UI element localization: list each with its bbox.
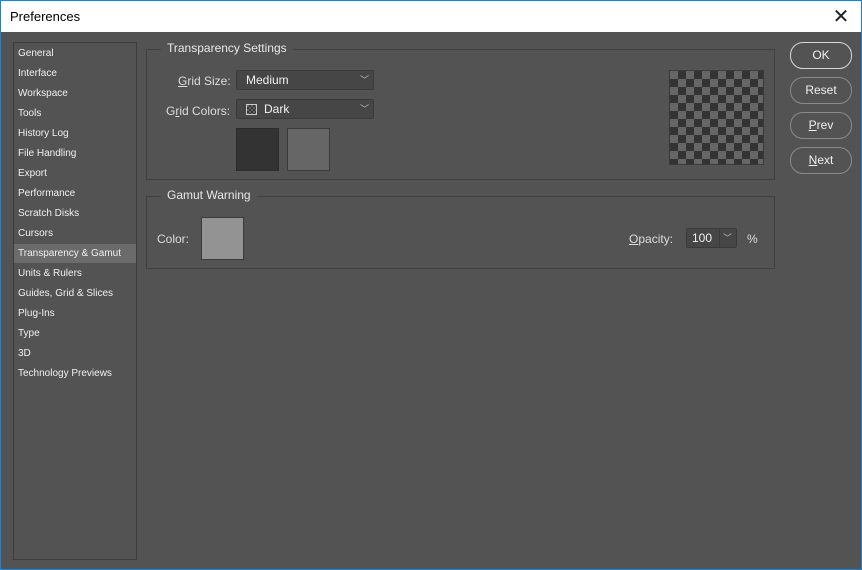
next-button[interactable]: Next	[790, 147, 852, 174]
gamut-color-label: Color:	[157, 232, 190, 246]
sidebar-item[interactable]: Type	[14, 324, 136, 343]
opacity-value: 100	[692, 231, 713, 245]
sidebar-item[interactable]: Units & Rulers	[14, 264, 136, 283]
sidebar: General Interface Workspace Tools History Lo…	[13, 42, 137, 560]
gamut-warning-legend: Gamut Warning	[161, 188, 257, 202]
grid-size-value: Medium	[246, 73, 289, 87]
sidebar-item[interactable]: Scratch Disks	[14, 204, 136, 223]
transparency-settings-legend: Transparency Settings	[161, 41, 293, 55]
opacity-label: Opacity:	[629, 232, 674, 246]
close-icon[interactable]: ✕	[829, 4, 853, 29]
checker-swatch-icon	[246, 104, 257, 115]
chevron-down-icon: ﹀	[359, 75, 369, 85]
chevron-down-icon[interactable]: ﹀	[723, 229, 732, 247]
grid-color-1-swatch[interactable]	[236, 128, 279, 171]
chevron-down-icon: ﹀	[359, 104, 369, 114]
grid-color-2-swatch[interactable]	[287, 128, 330, 171]
grid-colors-select[interactable]: Dark ﹀	[236, 99, 374, 119]
sidebar-item[interactable]: Plug-Ins	[14, 304, 136, 323]
prev-button[interactable]: Prev	[790, 112, 852, 139]
sidebar-item[interactable]: Technology Previews	[14, 364, 136, 383]
grid-size-label: Grid Size:	[178, 74, 231, 88]
sidebar-item[interactable]: General	[14, 44, 136, 63]
sidebar-item[interactable]: Export	[14, 164, 136, 183]
opacity-input[interactable]: 100 ﹀	[686, 228, 737, 248]
sidebar-item[interactable]: Performance	[14, 184, 136, 203]
sidebar-item[interactable]: 3D	[14, 344, 136, 363]
sidebar-item[interactable]: Transparency & Gamut	[14, 244, 136, 263]
sidebar-item[interactable]: Cursors	[14, 224, 136, 243]
grid-size-select[interactable]: Medium ﹀	[236, 70, 374, 90]
ok-button[interactable]: OK	[790, 42, 852, 69]
reset-button[interactable]: Reset	[790, 77, 852, 104]
sidebar-item[interactable]: File Handling	[14, 144, 136, 163]
grid-colors-value: Dark	[264, 102, 290, 116]
sidebar-item[interactable]: Workspace	[14, 84, 136, 103]
sidebar-item[interactable]: Tools	[14, 104, 136, 123]
sidebar-item[interactable]: History Log	[14, 124, 136, 143]
window-title: Preferences	[10, 9, 81, 24]
title-bar: Preferences ✕	[1, 1, 861, 32]
transparency-preview	[669, 70, 764, 165]
sidebar-item[interactable]: Interface	[14, 64, 136, 83]
preferences-dialog: Preferences ✕ General Interface Workspace T…	[0, 0, 862, 570]
sidebar-item[interactable]: Guides, Grid & Slices	[14, 284, 136, 303]
grid-colors-label: Grid Colors:	[166, 104, 231, 118]
gamut-color-swatch[interactable]	[201, 217, 244, 260]
opacity-unit: %	[747, 232, 758, 246]
